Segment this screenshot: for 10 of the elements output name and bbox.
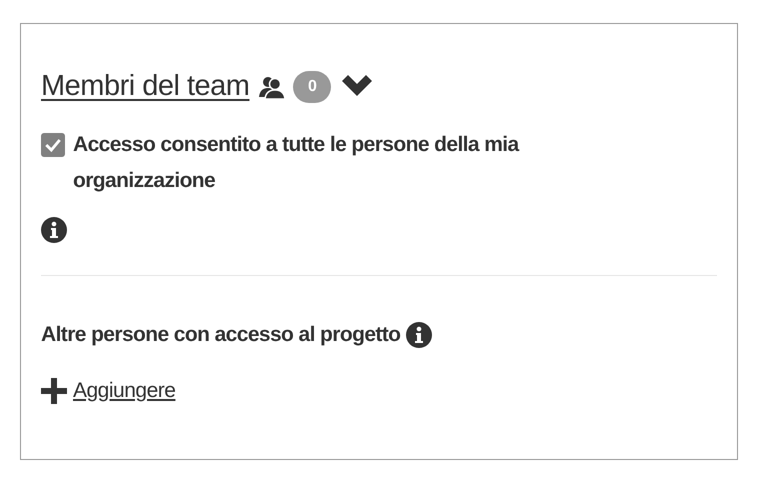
add-link[interactable]: Aggiungere: [73, 379, 176, 403]
member-count-badge: 0: [293, 70, 332, 102]
info-icon[interactable]: [406, 322, 432, 348]
plus-icon[interactable]: [41, 378, 67, 404]
info-icon[interactable]: [41, 217, 67, 243]
checkbox-label: Accesso consentito a tutte le persone della mia organizzazione: [73, 132, 520, 194]
people-icon: [259, 74, 286, 98]
section-heading: Altre persone con accesso al progetto: [41, 323, 400, 347]
checkbox[interactable]: [41, 133, 65, 157]
team-title-link[interactable]: Membri del team: [41, 70, 250, 103]
